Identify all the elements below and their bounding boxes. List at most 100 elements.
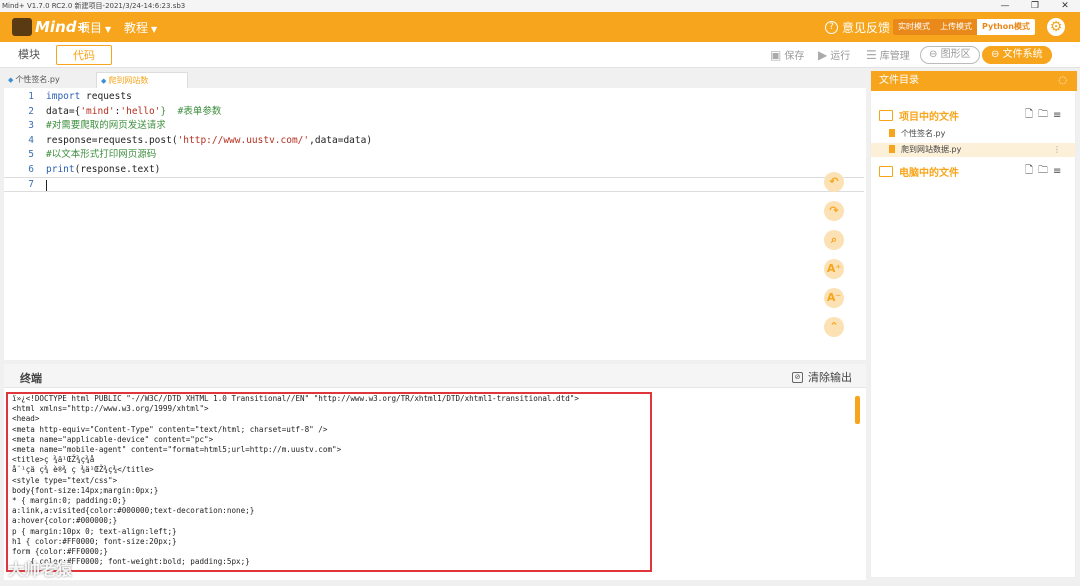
tutorial-menu-label: 教程 <box>124 21 149 35</box>
undo-icon[interactable]: ↶ <box>824 172 844 192</box>
file-system-label: 文件系统 <box>1002 49 1043 60</box>
terminal-header: 终端 ⊘ 清除输出 <box>4 364 866 388</box>
font-increase-icon[interactable]: A⁺ <box>824 259 844 279</box>
file-item-label: 爬到网站数据.py <box>901 145 962 154</box>
new-file-icon[interactable]: 🗋 <box>1025 163 1033 180</box>
menu-icon[interactable]: ≡ <box>1053 166 1061 177</box>
file-tabbar: ◆个性签名.py ◆爬到网站数据.py× <box>4 70 866 101</box>
library-button[interactable]: ☰ 库管理 <box>866 47 910 63</box>
save-button[interactable]: ▣ 保存 <box>770 47 805 63</box>
text-cursor <box>46 180 47 191</box>
new-folder-icon[interactable]: 🗀 <box>1038 163 1048 180</box>
run-label: 运行 <box>830 51 851 62</box>
graph-area-button[interactable]: ⊖ 图形区 <box>920 46 980 64</box>
feedback-button[interactable]: ? 意见反馈 <box>825 19 890 36</box>
search-icon[interactable]: ⌕ <box>824 230 844 250</box>
minus-circle-icon: ⊖ <box>991 49 1000 60</box>
clear-output-label: 清除输出 <box>808 371 852 384</box>
window-controls: — ❐ ✕ <box>990 0 1080 12</box>
clear-output-button[interactable]: ⊘ 清除输出 <box>792 369 852 385</box>
run-button[interactable]: ▶ 运行 <box>818 47 851 63</box>
computer-files-actions: 🗋 🗀 ≡ <box>1025 163 1061 179</box>
code-line: 5 #以文本形式打印网页源码 <box>4 148 864 163</box>
line-number: 4 <box>28 134 34 146</box>
minimize-button[interactable]: — <box>990 0 1020 12</box>
new-file-icon[interactable]: 🗋 <box>1025 107 1033 124</box>
scroll-top-icon[interactable]: ⌃ <box>824 317 844 337</box>
line-number: 3 <box>28 120 34 131</box>
code-text: response=requests.post('http://www.uustv… <box>46 134 373 146</box>
folder-icon <box>879 109 893 121</box>
close-window-button[interactable]: ✕ <box>1050 0 1080 12</box>
python-file-icon: ◆ <box>101 77 107 85</box>
logo-icon <box>12 18 32 36</box>
file-tab-label: 个性签名.py <box>15 75 60 84</box>
tutorial-menu[interactable]: 教程 ▼ <box>124 19 157 36</box>
code-line-current: 7 <box>4 177 864 192</box>
python-file-icon: ◆ <box>8 76 14 84</box>
save-label: 保存 <box>784 51 805 62</box>
computer-files-label: 电脑中的文件 <box>899 167 959 179</box>
terminal-scrollbar[interactable] <box>855 396 860 424</box>
clear-icon: ⊘ <box>792 371 803 383</box>
mode-switcher: 实时模式 上传模式 Python模式 <box>893 19 1035 35</box>
window-titlebar: Mind+ V1.7.0 RC2.0 新建项目-2021/3/24-14:6:2… <box>0 0 1080 12</box>
maximize-button[interactable]: ❐ <box>1020 0 1050 12</box>
project-menu-label: 项目 <box>78 21 103 35</box>
code-text: import requests <box>46 91 132 102</box>
library-label: 库管理 <box>879 51 910 62</box>
file-item-label: 个性签名.py <box>901 129 946 138</box>
code-editor[interactable]: 1 import requests 2 data={'mind':'hello'… <box>4 88 866 360</box>
code-comment: #以文本形式打印网页源码 <box>46 149 157 160</box>
question-icon: ? <box>825 21 838 34</box>
line-number: 6 <box>28 163 34 175</box>
menubar: Mind+ 项目 ▼ 教程 ▼ ? 意见反馈 实时模式 上传模式 Python模式 … <box>0 12 1080 42</box>
chevron-down-icon: ▼ <box>105 25 112 34</box>
file-item[interactable]: 个性签名.py <box>871 127 1075 141</box>
project-files-section[interactable]: 项目中的文件 <box>879 107 959 123</box>
file-directory-panel: 文件目录 ◌ 项目中的文件 🗋 🗀 ≡ 个性签名.py 爬到网站数据.py ⋮ … <box>870 70 1077 578</box>
graph-area-label: 图形区 <box>940 49 971 60</box>
project-files-actions: 🗋 🗀 ≡ <box>1025 107 1061 123</box>
file-icon <box>889 129 895 137</box>
code-line: 6 print(response.text) <box>4 163 864 178</box>
font-decrease-icon[interactable]: A⁻ <box>824 288 844 308</box>
menu-icon[interactable]: ≡ <box>1053 110 1061 121</box>
code-text: data={'mind':'hello'} #表单参数 <box>46 105 222 117</box>
file-directory-header: 文件目录 ◌ <box>871 71 1077 91</box>
code-text: print(response.text) <box>46 163 161 175</box>
project-menu[interactable]: 项目 ▼ <box>78 19 111 36</box>
file-tab-active[interactable]: ◆爬到网站数据.py× <box>96 72 188 101</box>
file-tab[interactable]: ◆ 个性签名.py <box>4 72 96 88</box>
tab-blocks[interactable]: 模块 <box>6 45 52 65</box>
code-line: 3 #对需要爬取的网页发送请求 <box>4 119 864 134</box>
code-line: 4 response=requests.post('http://www.uus… <box>4 134 864 149</box>
chevron-down-icon: ▼ <box>151 25 158 34</box>
minus-circle-icon: ⊖ <box>929 49 938 60</box>
redo-icon[interactable]: ↷ <box>824 201 844 221</box>
file-item-selected[interactable]: 爬到网站数据.py ⋮ <box>871 143 1075 157</box>
code-line: 1 import requests <box>4 90 864 105</box>
python-mode-button[interactable]: Python模式 <box>977 19 1035 35</box>
tab-code[interactable]: 代码 <box>56 45 112 65</box>
computer-files-section[interactable]: 电脑中的文件 <box>879 163 959 179</box>
feedback-label: 意见反馈 <box>842 21 891 35</box>
file-system-button[interactable]: ⊖ 文件系统 <box>982 46 1052 64</box>
save-icon: ▣ <box>770 47 782 62</box>
code-comment: #对需要爬取的网页发送请求 <box>46 120 166 131</box>
upload-mode-button[interactable]: 上传模式 <box>935 19 977 35</box>
terminal-title: 终端 <box>20 372 42 385</box>
play-icon: ▶ <box>818 47 828 62</box>
refresh-icon[interactable]: ◌ <box>1058 71 1067 91</box>
file-icon <box>889 145 895 153</box>
line-number: 7 <box>28 179 34 190</box>
gear-icon[interactable]: ⚙ <box>1047 18 1065 36</box>
watermark: 大帅老猿 <box>8 560 73 579</box>
realtime-mode-button[interactable]: 实时模式 <box>893 19 935 35</box>
new-folder-icon[interactable]: 🗀 <box>1038 107 1048 124</box>
more-vertical-icon[interactable]: ⋮ <box>1053 143 1061 157</box>
project-files-label: 项目中的文件 <box>899 111 959 123</box>
line-number: 2 <box>28 105 34 117</box>
code-line: 2 data={'mind':'hello'} #表单参数 <box>4 105 864 120</box>
file-directory-title: 文件目录 <box>879 75 919 86</box>
